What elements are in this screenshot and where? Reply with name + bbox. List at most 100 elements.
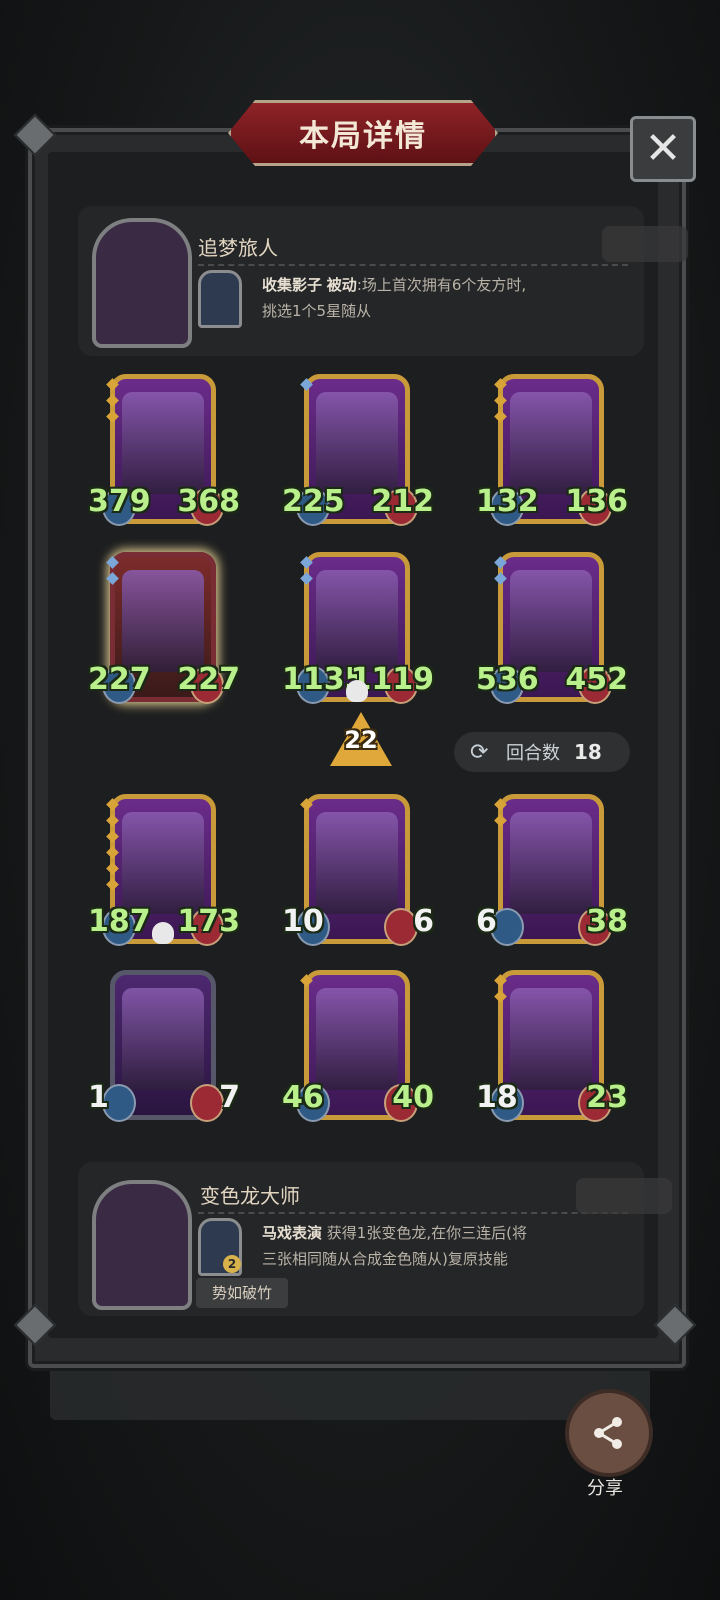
top-hero-skill-name: 收集影子 bbox=[262, 276, 323, 294]
star-icon bbox=[300, 798, 313, 811]
card-health: 40 bbox=[392, 1080, 434, 1115]
card-attack: 6 bbox=[476, 904, 497, 939]
star-icon bbox=[106, 798, 119, 811]
share-icon bbox=[594, 1417, 622, 1449]
minion-card[interactable]: 6 38 bbox=[476, 792, 628, 950]
star-icon bbox=[106, 814, 119, 827]
card-health: 6 bbox=[413, 904, 434, 939]
minion-card[interactable]: 225 212 bbox=[282, 372, 434, 530]
star-icon bbox=[106, 572, 119, 585]
star-icon bbox=[300, 378, 313, 391]
card-art bbox=[122, 812, 204, 914]
minion-card[interactable]: 227 227 bbox=[88, 550, 240, 708]
top-hero-skill-desc-1: :场上首次拥有6个友方时, bbox=[356, 276, 527, 294]
card-art bbox=[316, 570, 398, 672]
card-health: 7 bbox=[219, 1080, 240, 1115]
card-stars bbox=[300, 556, 313, 590]
star-icon bbox=[494, 974, 507, 987]
card-stars bbox=[300, 798, 313, 816]
card-art bbox=[316, 812, 398, 914]
share-label: 分享 bbox=[587, 1478, 623, 1499]
star-icon bbox=[300, 974, 313, 987]
card-art bbox=[510, 812, 592, 914]
hero-tag: 势如破竹 bbox=[196, 1278, 289, 1308]
minion-card[interactable]: 46 40 bbox=[282, 968, 434, 1126]
round-icon: ⟳ bbox=[470, 739, 489, 765]
star-icon bbox=[106, 830, 119, 843]
card-health: 173 bbox=[177, 904, 240, 939]
star-icon bbox=[106, 556, 119, 569]
card-art bbox=[316, 392, 398, 494]
star-icon bbox=[106, 378, 119, 391]
card-attack: 379 bbox=[88, 484, 151, 519]
minion-card[interactable]: 1135 1119 bbox=[282, 550, 434, 708]
minion-card[interactable]: 18 23 bbox=[476, 968, 628, 1126]
star-icon bbox=[494, 556, 507, 569]
card-health: 452 bbox=[565, 662, 628, 697]
minion-card[interactable]: 187 173 bbox=[88, 792, 240, 950]
card-art bbox=[122, 570, 204, 672]
card-stars bbox=[494, 556, 507, 590]
round-label: 回合数 bbox=[506, 743, 560, 764]
bottom-hero-portrait bbox=[92, 1180, 192, 1310]
bottom-hero-skill-text: 马戏表演 获得1张变色龙,在你三连后(将 三张相同随从合成金色随从)复原技能 bbox=[262, 1220, 632, 1272]
card-attack: 227 bbox=[88, 662, 151, 697]
card-health: 227 bbox=[177, 662, 240, 697]
minion-card[interactable]: 379 368 bbox=[88, 372, 240, 530]
top-hero-divider bbox=[198, 264, 628, 266]
card-attack: 132 bbox=[476, 484, 539, 519]
top-hero-name: 追梦旅人 bbox=[198, 236, 278, 260]
close-button[interactable]: ✕ bbox=[630, 116, 696, 182]
star-icon bbox=[300, 556, 313, 569]
card-art bbox=[316, 988, 398, 1090]
bottom-hero-name: 变色龙大师 bbox=[200, 1184, 300, 1208]
skill-level-badge: 2 bbox=[223, 1255, 241, 1273]
minion-card[interactable]: 17 bbox=[88, 968, 240, 1126]
background-card-strip bbox=[50, 1360, 650, 1420]
card-stars bbox=[106, 378, 119, 428]
bottom-hero-skill-icon: 2 bbox=[198, 1218, 242, 1276]
card-stars bbox=[106, 556, 119, 590]
card-art bbox=[122, 988, 204, 1090]
card-health: 38 bbox=[586, 904, 628, 939]
card-stars bbox=[106, 798, 119, 896]
card-attack: 187 bbox=[88, 904, 151, 939]
minion-card[interactable]: 10 6 bbox=[282, 792, 434, 950]
card-attack: 1 bbox=[88, 1080, 109, 1115]
card-stars bbox=[494, 378, 507, 428]
star-icon bbox=[494, 814, 507, 827]
bottom-hero-skill-name: 马戏表演 bbox=[262, 1224, 323, 1242]
round-value: 18 bbox=[574, 740, 602, 764]
card-stars bbox=[300, 378, 313, 396]
star-icon bbox=[106, 410, 119, 423]
page-title: 本局详情 bbox=[299, 119, 427, 154]
card-stars bbox=[494, 974, 507, 1008]
card-attack: 18 bbox=[476, 1080, 518, 1115]
share-button[interactable] bbox=[565, 1389, 653, 1477]
star-icon bbox=[300, 572, 313, 585]
card-stars bbox=[300, 974, 313, 992]
censored-patch-top bbox=[602, 226, 688, 262]
skull-icon bbox=[346, 680, 368, 702]
top-hero-skill-desc-2: 挑选1个5星随从 bbox=[262, 302, 372, 320]
star-icon bbox=[106, 862, 119, 875]
card-health: 23 bbox=[586, 1080, 628, 1115]
bottom-hero-skill-desc-2: 三张相同随从合成金色随从)复原技能 bbox=[262, 1250, 508, 1268]
card-art bbox=[510, 570, 592, 672]
title-banner: 本局详情 bbox=[228, 100, 498, 166]
star-icon bbox=[494, 378, 507, 391]
star-icon bbox=[106, 846, 119, 859]
top-hero-skill-type: 被动 bbox=[326, 276, 357, 294]
card-health: 136 bbox=[565, 484, 628, 519]
star-icon bbox=[494, 572, 507, 585]
censored-patch-bottom bbox=[576, 1178, 672, 1214]
round-counter: ⟳ 回合数 18 bbox=[454, 732, 630, 772]
card-art bbox=[510, 988, 592, 1090]
card-health: 368 bbox=[177, 484, 240, 519]
minion-card[interactable]: 132 136 bbox=[476, 372, 628, 530]
star-icon bbox=[106, 878, 119, 891]
card-art bbox=[122, 392, 204, 494]
card-art bbox=[510, 392, 592, 494]
minion-card[interactable]: 536 452 bbox=[476, 550, 628, 708]
card-attack: 536 bbox=[476, 662, 539, 697]
